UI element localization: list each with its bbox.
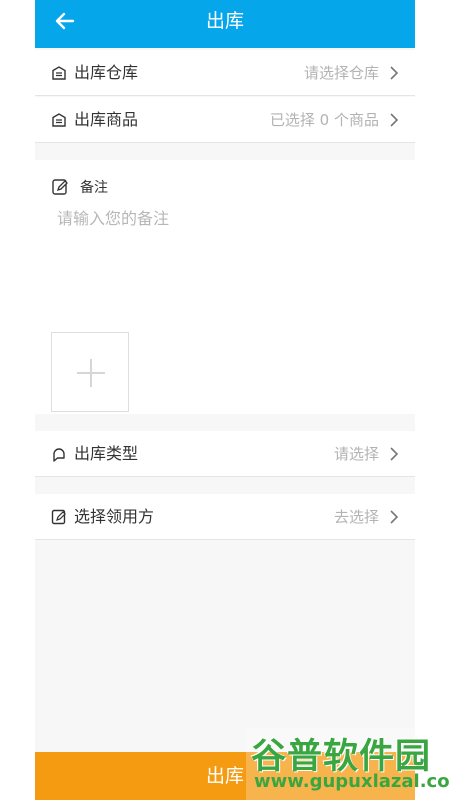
outbound-type-row[interactable]: 出库类型 请选择: [35, 431, 415, 477]
outbound-type-value: 请选择: [333, 445, 379, 463]
screen: 出库 出库仓库 请选择仓库 出库商品 已选择 0 个商品 备注 请输入您的备注: [35, 0, 415, 800]
chevron-right-icon: [390, 510, 399, 524]
goods-label: 出库商品: [74, 110, 139, 129]
app-header: 出库: [35, 0, 415, 48]
add-photo-button[interactable]: [51, 332, 129, 412]
chevron-right-icon: [390, 447, 399, 461]
note-card: 备注 请输入您的备注: [35, 160, 415, 414]
warehouse-icon: [52, 66, 66, 80]
outbound-type-label: 出库类型: [74, 444, 139, 463]
recipient-row[interactable]: 选择领用方 去选择: [35, 494, 415, 540]
goods-value: 已选择 0 个商品: [269, 111, 379, 129]
recipient-label: 选择领用方: [74, 507, 155, 526]
edit-icon: [51, 509, 66, 525]
plus-icon: [77, 359, 105, 387]
page-title: 出库: [205, 10, 244, 32]
chevron-right-icon: [390, 66, 399, 80]
hand-icon: [53, 448, 65, 462]
warehouse-value: 请选择仓库: [303, 64, 379, 82]
edit-icon: [52, 179, 68, 195]
watermark-url: www.gupuxlazal.com: [254, 771, 450, 792]
recipient-value: 去选择: [333, 508, 379, 526]
warehouse-label: 出库仓库: [74, 63, 139, 82]
note-label: 备注: [80, 180, 108, 196]
note-input[interactable]: 请输入您的备注: [57, 205, 169, 229]
chevron-right-icon: [390, 113, 399, 127]
warehouse-row[interactable]: 出库仓库 请选择仓库: [35, 50, 415, 96]
goods-row[interactable]: 出库商品 已选择 0 个商品: [35, 97, 415, 143]
watermark: 谷普软件园 www.gupuxlazal.com: [246, 728, 450, 800]
warehouse-icon: [52, 113, 66, 127]
